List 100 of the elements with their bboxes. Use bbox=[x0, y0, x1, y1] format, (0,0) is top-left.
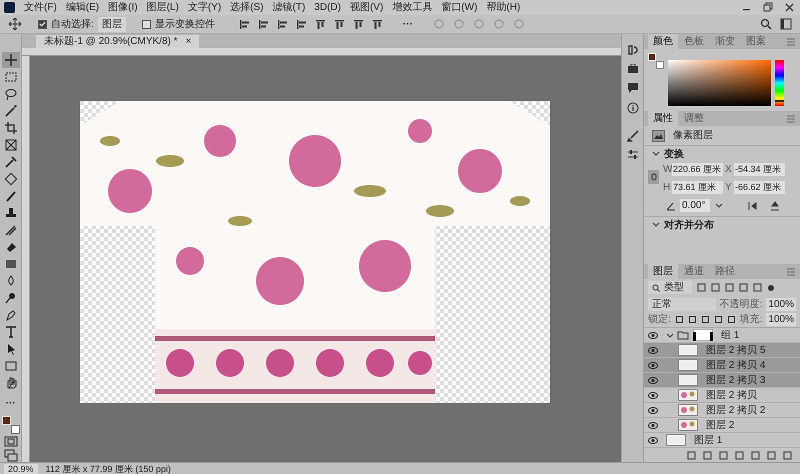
eye-icon[interactable] bbox=[648, 362, 658, 368]
hue-marker[interactable] bbox=[775, 100, 784, 102]
distribute-icon[interactable] bbox=[352, 18, 364, 30]
panel-tab[interactable]: 色板 bbox=[679, 34, 709, 49]
panel-tab[interactable]: 通道 bbox=[679, 264, 709, 279]
blend-mode-dropdown[interactable]: 正常 bbox=[648, 298, 716, 310]
align-icon[interactable] bbox=[296, 18, 307, 30]
panel-tab[interactable]: 路径 bbox=[710, 264, 740, 279]
foreground-color-swatch[interactable] bbox=[2, 416, 10, 425]
menu-item[interactable]: 滤镜(T) bbox=[272, 2, 306, 14]
move-tool-icon[interactable] bbox=[8, 17, 22, 31]
menu-item[interactable]: 帮助(H) bbox=[486, 2, 520, 14]
input-field[interactable]: 0.00° bbox=[680, 199, 710, 212]
opacity-field[interactable]: 100% bbox=[766, 298, 796, 310]
panel-tab[interactable]: 图层 bbox=[648, 264, 678, 279]
close-icon[interactable] bbox=[783, 1, 796, 14]
tool-button[interactable] bbox=[2, 52, 20, 68]
screen-mode-icon[interactable] bbox=[4, 449, 18, 462]
input-field[interactable]: -66.62 厘米 bbox=[734, 181, 785, 194]
panel-menu-icon[interactable] bbox=[786, 36, 796, 46]
layer-row[interactable]: 图层 2 拷贝 bbox=[644, 388, 800, 403]
menu-item[interactable]: 增效工具 bbox=[392, 2, 432, 14]
more-options-button[interactable]: ··· bbox=[402, 16, 413, 32]
comment-icon[interactable] bbox=[626, 82, 638, 94]
panel-tab[interactable]: 颜色 bbox=[648, 34, 678, 49]
background-color-swatch[interactable] bbox=[10, 425, 20, 434]
section-title: 对齐并分布 bbox=[664, 218, 714, 232]
menu-item[interactable]: 文字(Y) bbox=[188, 2, 222, 14]
fill-field[interactable]: 100% bbox=[766, 313, 796, 326]
menu-item[interactable]: 图像(I) bbox=[108, 2, 138, 14]
lock-label: 锁定: bbox=[648, 312, 671, 327]
input-field[interactable]: 73.61 厘米 bbox=[672, 181, 723, 194]
eye-icon[interactable] bbox=[648, 346, 658, 354]
menu-item[interactable]: 选择(S) bbox=[230, 2, 264, 14]
input-field[interactable]: -54.34 厘米 bbox=[734, 163, 785, 176]
sliders-icon[interactable] bbox=[626, 150, 638, 160]
hue-slider[interactable] bbox=[775, 60, 784, 106]
chevron-icon[interactable] bbox=[652, 221, 660, 229]
briefcase-icon[interactable] bbox=[626, 64, 638, 74]
align-icon[interactable] bbox=[238, 18, 250, 30]
link-button[interactable] bbox=[648, 170, 659, 184]
eye-icon[interactable] bbox=[648, 392, 658, 398]
quick-mask-icon[interactable] bbox=[4, 435, 18, 448]
tool-icon bbox=[4, 308, 18, 322]
layer-row[interactable]: 图层 2 bbox=[644, 418, 800, 433]
background-color-swatch[interactable] bbox=[656, 61, 664, 69]
history-icon[interactable] bbox=[626, 44, 638, 56]
layer-name: 图层 2 拷贝 5 bbox=[706, 344, 766, 358]
chevron-icon[interactable] bbox=[666, 332, 673, 338]
distribute-icon[interactable] bbox=[372, 18, 383, 30]
layer-row[interactable]: 图层 2 拷贝 5 bbox=[644, 343, 800, 358]
checkbox[interactable] bbox=[142, 20, 151, 28]
chevron-icon[interactable] bbox=[652, 150, 660, 158]
distribute-icon[interactable] bbox=[314, 18, 326, 30]
layer-row[interactable]: 图层 2 拷贝 4 bbox=[644, 358, 800, 373]
foreground-color-swatch[interactable] bbox=[648, 53, 656, 61]
filter-toggle-icon[interactable] bbox=[767, 284, 775, 292]
panel-tab[interactable]: 图案 bbox=[741, 34, 771, 49]
menu-item[interactable]: 文件(F) bbox=[24, 2, 57, 14]
panel-tab[interactable]: 渐变 bbox=[710, 34, 740, 49]
more-tools-button[interactable]: ··· bbox=[6, 396, 16, 411]
eye-icon[interactable] bbox=[648, 422, 658, 428]
panel-tab[interactable]: 调整 bbox=[679, 111, 709, 126]
zoom-field[interactable]: 20.9% bbox=[4, 464, 38, 474]
eye-icon[interactable] bbox=[648, 406, 658, 414]
eye-icon[interactable] bbox=[648, 332, 658, 338]
document-tab[interactable]: 未标题-1 @ 20.9%(CMYK/8) * × bbox=[36, 35, 200, 48]
tool-icon bbox=[4, 223, 18, 237]
info-icon[interactable] bbox=[626, 102, 638, 114]
search-icon[interactable] bbox=[760, 18, 772, 30]
input-field[interactable]: 220.66 厘米 bbox=[672, 163, 723, 176]
flip-horizontal-icon[interactable] bbox=[748, 200, 758, 210]
eye-icon[interactable] bbox=[648, 436, 658, 444]
menu-item[interactable]: 窗口(W) bbox=[441, 2, 478, 14]
layer-row[interactable]: 图层 2 拷贝 2 bbox=[644, 403, 800, 418]
layer-row[interactable]: 组 1 bbox=[644, 328, 800, 343]
panel-menu-icon[interactable] bbox=[786, 114, 796, 124]
menu-item[interactable]: 3D(D) bbox=[314, 2, 341, 14]
brush-icon[interactable] bbox=[626, 130, 638, 142]
distribute-icon[interactable] bbox=[334, 18, 345, 30]
menu-item[interactable]: 图层(L) bbox=[146, 2, 179, 14]
menu-item[interactable]: 编辑(E) bbox=[66, 2, 100, 14]
panel-menu-icon[interactable] bbox=[786, 266, 796, 276]
align-icon[interactable] bbox=[276, 18, 288, 30]
restore-icon[interactable] bbox=[761, 1, 775, 14]
layer-row[interactable]: 图层 2 拷贝 3 bbox=[644, 373, 800, 388]
panel-tab[interactable]: 属性 bbox=[648, 111, 678, 126]
eye-icon[interactable] bbox=[648, 376, 658, 384]
flip-vertical-icon[interactable] bbox=[770, 200, 780, 210]
tool-icon bbox=[4, 70, 18, 84]
menu-item[interactable]: 视图(V) bbox=[350, 2, 384, 14]
close-tab-button[interactable]: × bbox=[186, 34, 192, 49]
layer-dropdown[interactable]: 图层 bbox=[98, 16, 126, 32]
color-field[interactable] bbox=[668, 60, 771, 106]
checkbox[interactable] bbox=[38, 20, 47, 28]
workspace-icon[interactable] bbox=[780, 18, 792, 30]
tool-icon bbox=[4, 53, 18, 67]
layer-row[interactable]: 图层 1 bbox=[644, 433, 800, 448]
filter-dropdown[interactable]: 类型 bbox=[648, 281, 692, 294]
align-icon[interactable] bbox=[258, 18, 269, 30]
